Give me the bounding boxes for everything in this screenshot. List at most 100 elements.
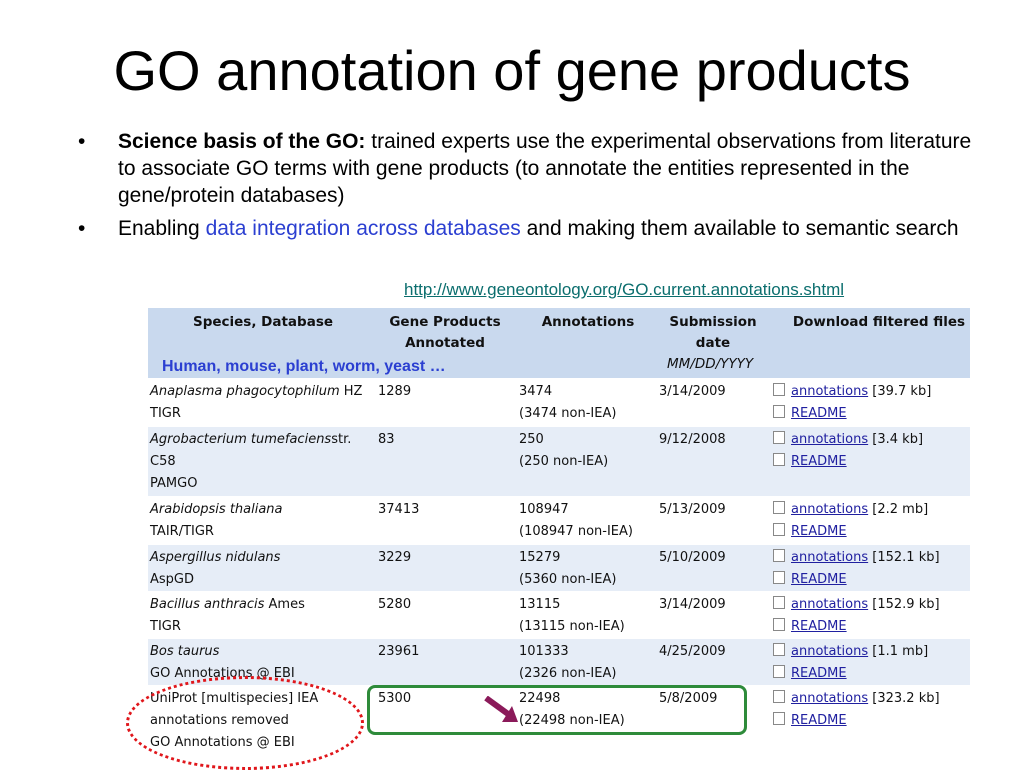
submission-date-cell: 3/14/2009 — [659, 384, 726, 399]
book-icon — [773, 501, 785, 514]
bullet-post: and making them available to semantic se… — [520, 217, 959, 240]
file-size: [152.1 kb] — [872, 550, 940, 565]
go-annotations-link[interactable]: http://www.geneontology.org/GO.current.a… — [404, 280, 844, 300]
file-size: [323.2 kb] — [872, 691, 940, 706]
book-icon — [773, 431, 785, 444]
non-iea-count: (5360 non-IEA) — [519, 572, 617, 587]
header-gene-products-line1: Gene Products — [389, 314, 501, 330]
file-size: [2.2 mb] — [872, 502, 929, 517]
species-suffix: HZ — [339, 384, 363, 399]
header-submission-line1: Submission — [669, 314, 757, 330]
species-suffix: Ames — [264, 597, 305, 612]
download-cell: annotations [3.4 kb] README — [773, 429, 923, 473]
database-name: PAMGO — [150, 476, 198, 491]
non-iea-count: (13115 non-IEA) — [519, 619, 625, 634]
header-annotations: Annotations — [541, 314, 635, 330]
readme-link[interactable]: README — [791, 524, 847, 539]
annotation-count: 108947 — [519, 502, 569, 517]
readme-link[interactable]: README — [791, 454, 847, 469]
species-cell: Aspergillus nidulans AspGD — [150, 547, 280, 591]
annotation-count: 101333 — [519, 644, 569, 659]
non-iea-count: (250 non-IEA) — [519, 454, 609, 469]
bullet-bold-lead: Science basis of the GO: — [118, 130, 366, 153]
database-name: TIGR — [150, 619, 181, 634]
table-row: Anaplasma phagocytophilum HZ TIGR 1289 3474… — [148, 378, 970, 427]
bullet-pre: Enabling — [118, 217, 206, 240]
readme-link[interactable]: README — [791, 572, 847, 587]
species-cell: Anaplasma phagocytophilum HZ TIGR — [150, 381, 362, 425]
readme-link[interactable]: README — [791, 406, 847, 421]
readme-link[interactable]: README — [791, 713, 847, 728]
book-icon — [773, 596, 785, 609]
annotations-cell: 108947 (108947 non-IEA) — [519, 499, 633, 543]
species-cell: Agrobacterium tumefaciensstr. C58 PAMGO — [150, 429, 351, 495]
gene-products-cell: 83 — [378, 432, 395, 447]
gene-products-cell: 1289 — [378, 384, 412, 399]
document-icon — [773, 405, 785, 418]
readme-link[interactable]: README — [791, 666, 847, 681]
species-cell: Bacillus anthracis Ames TIGR — [150, 594, 305, 638]
annotations-download-link[interactable]: annotations — [791, 550, 868, 565]
database-name: TIGR — [150, 406, 181, 421]
table-row: Bacillus anthracis Ames TIGR 5280 13115 (131… — [148, 591, 970, 639]
annotations-download-link[interactable]: annotations — [791, 691, 868, 706]
annotations-download-link[interactable]: annotations — [791, 432, 868, 447]
submission-date-cell: 3/14/2009 — [659, 597, 726, 612]
table-header: Species, Database Gene Products Annotate… — [148, 308, 970, 378]
document-icon — [773, 712, 785, 725]
annotations-download-link[interactable]: annotations — [791, 644, 868, 659]
book-icon — [773, 690, 785, 703]
highlight-ellipse-red — [126, 676, 364, 770]
arrow-icon — [484, 696, 518, 722]
document-icon — [773, 453, 785, 466]
database-name: C58 — [150, 454, 176, 469]
header-download: Download filtered files — [792, 314, 966, 330]
database-name: TAIR/TIGR — [150, 524, 214, 539]
species-cell: Arabidopsis thaliana TAIR/TIGR — [150, 499, 283, 543]
document-icon — [773, 571, 785, 584]
species-name: Bacillus anthracis — [150, 597, 265, 612]
download-cell: annotations [152.1 kb] README — [773, 547, 940, 591]
annotation-count: 3474 — [519, 384, 553, 399]
annotations-cell: 250 (250 non-IEA) — [519, 429, 608, 473]
annotations-download-link[interactable]: annotations — [791, 384, 868, 399]
annotations-download-link[interactable]: annotations — [791, 502, 868, 517]
gene-products-cell: 5280 — [378, 597, 412, 612]
annotation-count: 15279 — [519, 550, 561, 565]
non-iea-count: (108947 non-IEA) — [519, 524, 633, 539]
header-species: Species, Database — [192, 314, 334, 330]
table-row: Arabidopsis thaliana TAIR/TIGR 37413 108947… — [148, 496, 970, 545]
bullet-highlight: data integration across databases — [205, 217, 521, 240]
submission-date-cell: 5/10/2009 — [659, 550, 726, 565]
book-icon — [773, 383, 785, 396]
annotations-download-link[interactable]: annotations — [791, 597, 868, 612]
annotation-count: 250 — [519, 432, 544, 447]
submission-date-cell: 4/25/2009 — [659, 644, 726, 659]
file-size: [3.4 kb] — [872, 432, 924, 447]
species-name: Anaplasma phagocytophilum — [150, 384, 340, 399]
bullet-list: • Science basis of the GO: trained exper… — [78, 128, 978, 248]
header-species-hint: Human, mouse, plant, worm, yeast … — [162, 358, 446, 375]
species-name: Agrobacterium tumefaciens — [150, 432, 332, 447]
header-submission-line2: date — [695, 335, 731, 351]
document-icon — [773, 618, 785, 631]
readme-link[interactable]: README — [791, 619, 847, 634]
annotation-count: 13115 — [519, 597, 561, 612]
species-name: Aspergillus nidulans — [150, 550, 281, 565]
document-icon — [773, 665, 785, 678]
annotations-cell: 15279 (5360 non-IEA) — [519, 547, 616, 591]
gene-products-cell: 37413 — [378, 502, 420, 517]
slide-title: GO annotation of gene products — [113, 39, 911, 102]
file-size: [39.7 kb] — [872, 384, 932, 399]
gene-products-cell: 3229 — [378, 550, 412, 565]
header-submission: Submission date — [658, 312, 768, 354]
submission-date-cell: 5/13/2009 — [659, 502, 726, 517]
header-gene-products-line2: Annotated — [405, 335, 485, 351]
annotations-cell: 3474 (3474 non-IEA) — [519, 381, 616, 425]
book-icon — [773, 549, 785, 562]
bullet-dot: • — [78, 217, 86, 240]
annotations-cell: 101333 (2326 non-IEA) — [519, 641, 616, 685]
species-suffix: str. — [331, 432, 352, 447]
non-iea-count: (3474 non-IEA) — [519, 406, 617, 421]
annotations-cell: 13115 (13115 non-IEA) — [519, 594, 625, 638]
